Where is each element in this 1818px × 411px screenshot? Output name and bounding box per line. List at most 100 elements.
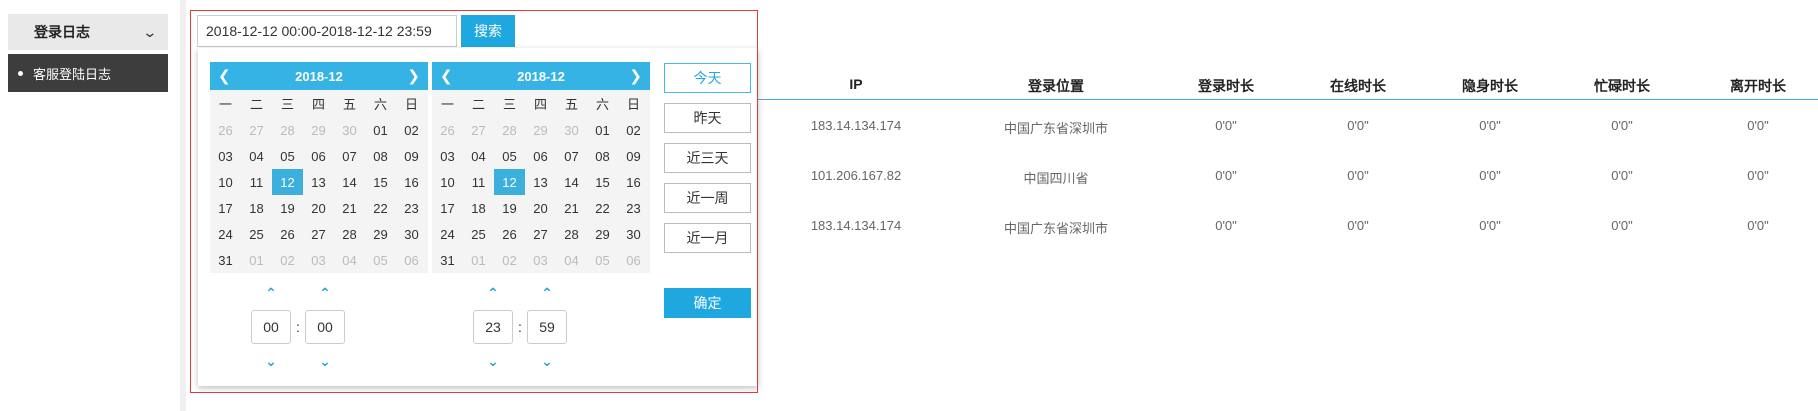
calendar-day[interactable]: 10 (432, 169, 463, 195)
confirm-button[interactable]: 确定 (664, 288, 751, 318)
hour-up-icon[interactable]: ⌃ (265, 282, 277, 304)
calendar-day[interactable]: 04 (334, 247, 365, 273)
calendar-day[interactable]: 30 (334, 117, 365, 143)
calendar-day[interactable]: 14 (334, 169, 365, 195)
calendar-day[interactable]: 27 (303, 221, 334, 247)
quick-today-button[interactable]: 今天 (664, 63, 751, 93)
calendar-day[interactable]: 11 (463, 169, 494, 195)
calendar-day[interactable]: 16 (396, 169, 427, 195)
calendar-day[interactable]: 07 (334, 143, 365, 169)
calendar-day[interactable]: 02 (494, 247, 525, 273)
prev-month-icon[interactable]: ❮ (218, 67, 231, 85)
calendar-day[interactable]: 03 (303, 247, 334, 273)
search-button[interactable]: 搜索 (461, 15, 515, 47)
calendar-day[interactable]: 23 (396, 195, 427, 221)
prev-month-icon[interactable]: ❮ (440, 67, 453, 85)
calendar-day[interactable]: 27 (525, 221, 556, 247)
calendar-day[interactable]: 27 (463, 117, 494, 143)
calendar-day[interactable]: 03 (525, 247, 556, 273)
calendar-day[interactable]: 15 (365, 169, 396, 195)
calendar-day[interactable]: 05 (587, 247, 618, 273)
calendar-day[interactable]: 25 (241, 221, 272, 247)
date-range-input[interactable]: 2018-12-12 00:00-2018-12-12 23:59 (197, 15, 457, 47)
calendar-day[interactable]: 03 (432, 143, 463, 169)
calendar-day[interactable]: 23 (618, 195, 649, 221)
calendar-day[interactable]: 06 (618, 247, 649, 273)
calendar-day[interactable]: 04 (556, 247, 587, 273)
calendar-day[interactable]: 07 (556, 143, 587, 169)
calendar-day[interactable]: 29 (525, 117, 556, 143)
calendar-day[interactable]: 05 (365, 247, 396, 273)
calendar-day[interactable]: 22 (587, 195, 618, 221)
calendar-day[interactable]: 08 (365, 143, 396, 169)
minute-input[interactable]: 00 (305, 310, 345, 344)
calendar-day[interactable]: 01 (365, 117, 396, 143)
minute-input[interactable]: 59 (527, 310, 567, 344)
calendar-day[interactable]: 04 (241, 143, 272, 169)
calendar-day[interactable]: 21 (334, 195, 365, 221)
hour-up-icon[interactable]: ⌃ (487, 282, 499, 304)
calendar-day[interactable]: 28 (334, 221, 365, 247)
calendar-day[interactable]: 05 (272, 143, 303, 169)
calendar-day[interactable]: 01 (587, 117, 618, 143)
calendar-day[interactable]: 30 (618, 221, 649, 247)
calendar-day[interactable]: 24 (432, 221, 463, 247)
calendar-day[interactable]: 19 (272, 195, 303, 221)
calendar-day[interactable]: 22 (365, 195, 396, 221)
sidebar-group-login-log[interactable]: 登录日志 ⌄ (8, 14, 168, 50)
next-month-icon[interactable]: ❯ (629, 67, 642, 85)
calendar-day[interactable]: 30 (396, 221, 427, 247)
calendar-day[interactable]: 06 (525, 143, 556, 169)
minute-up-icon[interactable]: ⌃ (541, 282, 553, 304)
calendar-day[interactable]: 01 (241, 247, 272, 273)
calendar-day[interactable]: 17 (210, 195, 241, 221)
calendar-day[interactable]: 09 (396, 143, 427, 169)
calendar-day[interactable]: 25 (463, 221, 494, 247)
calendar-day[interactable]: 03 (210, 143, 241, 169)
hour-input[interactable]: 00 (251, 310, 291, 344)
calendar-day[interactable]: 06 (396, 247, 427, 273)
hour-down-icon[interactable]: ⌄ (487, 350, 499, 372)
calendar-day[interactable]: 05 (494, 143, 525, 169)
calendar-day[interactable]: 06 (303, 143, 334, 169)
calendar-day[interactable]: 13 (303, 169, 334, 195)
quick-month-button[interactable]: 近一月 (664, 223, 751, 253)
calendar-day-selected[interactable]: 12 (494, 169, 525, 195)
calendar-day[interactable]: 17 (432, 195, 463, 221)
calendar-day[interactable]: 30 (556, 117, 587, 143)
calendar-day[interactable]: 26 (432, 117, 463, 143)
calendar-day[interactable]: 29 (303, 117, 334, 143)
calendar-day[interactable]: 28 (494, 117, 525, 143)
calendar-day[interactable]: 11 (241, 169, 272, 195)
calendar-day[interactable]: 20 (525, 195, 556, 221)
calendar-day[interactable]: 13 (525, 169, 556, 195)
calendar-day[interactable]: 15 (587, 169, 618, 195)
calendar-day[interactable]: 27 (241, 117, 272, 143)
calendar-day[interactable]: 26 (272, 221, 303, 247)
hour-down-icon[interactable]: ⌄ (265, 350, 277, 372)
calendar-day[interactable]: 31 (432, 247, 463, 273)
next-month-icon[interactable]: ❯ (407, 67, 420, 85)
calendar-day[interactable]: 29 (587, 221, 618, 247)
calendar-day[interactable]: 18 (241, 195, 272, 221)
quick-yesterday-button[interactable]: 昨天 (664, 103, 751, 133)
hour-input[interactable]: 23 (473, 310, 513, 344)
calendar-day[interactable]: 21 (556, 195, 587, 221)
calendar-day[interactable]: 09 (618, 143, 649, 169)
calendar-day[interactable]: 04 (463, 143, 494, 169)
quick-week-button[interactable]: 近一周 (664, 183, 751, 213)
quick-3days-button[interactable]: 近三天 (664, 143, 751, 173)
calendar-day[interactable]: 20 (303, 195, 334, 221)
calendar-day[interactable]: 02 (272, 247, 303, 273)
minute-down-icon[interactable]: ⌄ (319, 350, 331, 372)
calendar-day[interactable]: 28 (556, 221, 587, 247)
calendar-day[interactable]: 01 (463, 247, 494, 273)
calendar-day[interactable]: 31 (210, 247, 241, 273)
sidebar-item-service-login-log[interactable]: 客服登陆日志 (8, 54, 168, 92)
calendar-day[interactable]: 29 (365, 221, 396, 247)
calendar-day[interactable]: 28 (272, 117, 303, 143)
minute-up-icon[interactable]: ⌃ (319, 282, 331, 304)
calendar-day[interactable]: 02 (618, 117, 649, 143)
calendar-day[interactable]: 10 (210, 169, 241, 195)
calendar-day[interactable]: 19 (494, 195, 525, 221)
